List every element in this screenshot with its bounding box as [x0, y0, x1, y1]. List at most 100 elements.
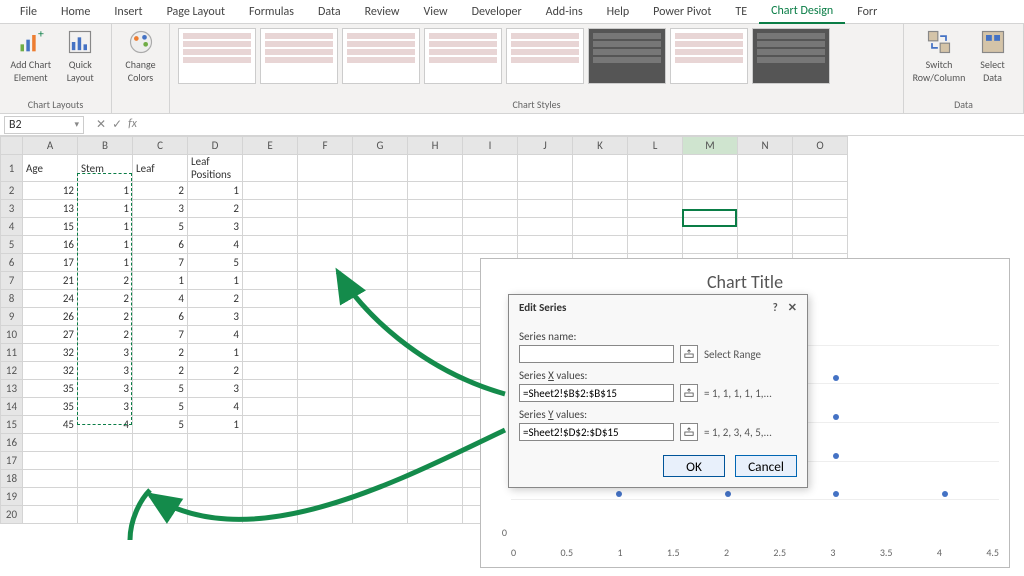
cell-G14[interactable] — [353, 398, 408, 416]
cell-A12[interactable]: 32 — [23, 362, 78, 380]
chart-point[interactable] — [833, 375, 839, 381]
cell-B5[interactable]: 1 — [78, 236, 133, 254]
chart-point[interactable] — [833, 453, 839, 459]
cell-H6[interactable] — [408, 254, 463, 272]
chart-title[interactable]: Chart Title — [481, 259, 1009, 299]
chart-point[interactable] — [942, 491, 948, 497]
cell-E7[interactable] — [243, 272, 298, 290]
cell-A11[interactable]: 32 — [23, 344, 78, 362]
cell-C15[interactable]: 5 — [133, 416, 188, 434]
cell-E20[interactable] — [243, 506, 298, 524]
cell-L5[interactable] — [628, 236, 683, 254]
cell-K3[interactable] — [573, 200, 628, 218]
column-header-F[interactable]: F — [298, 137, 353, 155]
cell-E5[interactable] — [243, 236, 298, 254]
cell-J2[interactable] — [518, 182, 573, 200]
cell-O2[interactable] — [793, 182, 848, 200]
cell-A13[interactable]: 35 — [23, 380, 78, 398]
chart-point[interactable] — [833, 414, 839, 420]
cell-C10[interactable]: 7 — [133, 326, 188, 344]
cell-G5[interactable] — [353, 236, 408, 254]
cell-M1[interactable] — [683, 155, 738, 182]
cell-G7[interactable] — [353, 272, 408, 290]
cancel-formula-icon[interactable]: ✕ — [96, 117, 106, 132]
cell-O3[interactable] — [793, 200, 848, 218]
chevron-down-icon[interactable]: ▾ — [74, 119, 79, 130]
cell-A2[interactable]: 12 — [23, 182, 78, 200]
cell-C3[interactable]: 3 — [133, 200, 188, 218]
cell-D8[interactable]: 2 — [188, 290, 243, 308]
enter-formula-icon[interactable]: ✓ — [112, 117, 122, 132]
cell-K1[interactable] — [573, 155, 628, 182]
cell-C19[interactable] — [133, 488, 188, 506]
cell-E19[interactable] — [243, 488, 298, 506]
cell-D19[interactable] — [188, 488, 243, 506]
chart-point[interactable] — [616, 491, 622, 497]
cell-D6[interactable]: 5 — [188, 254, 243, 272]
cell-G13[interactable] — [353, 380, 408, 398]
row-header-14[interactable]: 14 — [1, 398, 23, 416]
name-box[interactable]: B2 ▾ — [4, 116, 84, 134]
row-header-15[interactable]: 15 — [1, 416, 23, 434]
cell-L2[interactable] — [628, 182, 683, 200]
range-picker-x-button[interactable] — [680, 384, 698, 402]
column-header-K[interactable]: K — [573, 137, 628, 155]
chart-style-1[interactable] — [178, 28, 256, 84]
cell-M5[interactable] — [683, 236, 738, 254]
column-header-H[interactable]: H — [408, 137, 463, 155]
cell-A20[interactable] — [23, 506, 78, 524]
cell-A7[interactable]: 21 — [23, 272, 78, 290]
cell-C13[interactable]: 5 — [133, 380, 188, 398]
cell-C20[interactable] — [133, 506, 188, 524]
cell-E4[interactable] — [243, 218, 298, 236]
cell-H1[interactable] — [408, 155, 463, 182]
cell-G4[interactable] — [353, 218, 408, 236]
cell-N3[interactable] — [738, 200, 793, 218]
cell-E8[interactable] — [243, 290, 298, 308]
cell-G6[interactable] — [353, 254, 408, 272]
fx-icon[interactable]: fx — [128, 117, 137, 132]
cell-H4[interactable] — [408, 218, 463, 236]
cell-I2[interactable] — [463, 182, 518, 200]
cell-I5[interactable] — [463, 236, 518, 254]
cell-N4[interactable] — [738, 218, 793, 236]
cell-E6[interactable] — [243, 254, 298, 272]
row-header-12[interactable]: 12 — [1, 362, 23, 380]
cell-D14[interactable]: 4 — [188, 398, 243, 416]
cancel-button[interactable]: Cancel — [735, 455, 797, 477]
cell-J3[interactable] — [518, 200, 573, 218]
cell-A10[interactable]: 27 — [23, 326, 78, 344]
row-header-20[interactable]: 20 — [1, 506, 23, 524]
series-x-input[interactable] — [519, 384, 674, 402]
cell-F18[interactable] — [298, 470, 353, 488]
cell-H3[interactable] — [408, 200, 463, 218]
cell-G16[interactable] — [353, 434, 408, 452]
series-name-input[interactable] — [519, 345, 674, 363]
cell-N1[interactable] — [738, 155, 793, 182]
chart-style-5[interactable] — [506, 28, 584, 84]
cell-D11[interactable]: 1 — [188, 344, 243, 362]
cell-A18[interactable] — [23, 470, 78, 488]
cell-G11[interactable] — [353, 344, 408, 362]
cell-F14[interactable] — [298, 398, 353, 416]
cell-E1[interactable] — [243, 155, 298, 182]
column-header-M[interactable]: M — [683, 137, 738, 155]
cell-B10[interactable]: 2 — [78, 326, 133, 344]
cell-E9[interactable] — [243, 308, 298, 326]
cell-H5[interactable] — [408, 236, 463, 254]
row-header-1[interactable]: 1 — [1, 155, 23, 182]
cell-H14[interactable] — [408, 398, 463, 416]
cell-A14[interactable]: 35 — [23, 398, 78, 416]
cell-O1[interactable] — [793, 155, 848, 182]
select-data-button[interactable]: Select Data — [970, 28, 1015, 84]
chart-styles-gallery[interactable] — [178, 28, 895, 84]
cell-N2[interactable] — [738, 182, 793, 200]
cell-F13[interactable] — [298, 380, 353, 398]
cell-H11[interactable] — [408, 344, 463, 362]
cell-B8[interactable]: 2 — [78, 290, 133, 308]
cell-G1[interactable] — [353, 155, 408, 182]
cell-B13[interactable]: 3 — [78, 380, 133, 398]
cell-D10[interactable]: 4 — [188, 326, 243, 344]
chart-style-3[interactable] — [342, 28, 420, 84]
series-y-input[interactable] — [519, 423, 674, 441]
